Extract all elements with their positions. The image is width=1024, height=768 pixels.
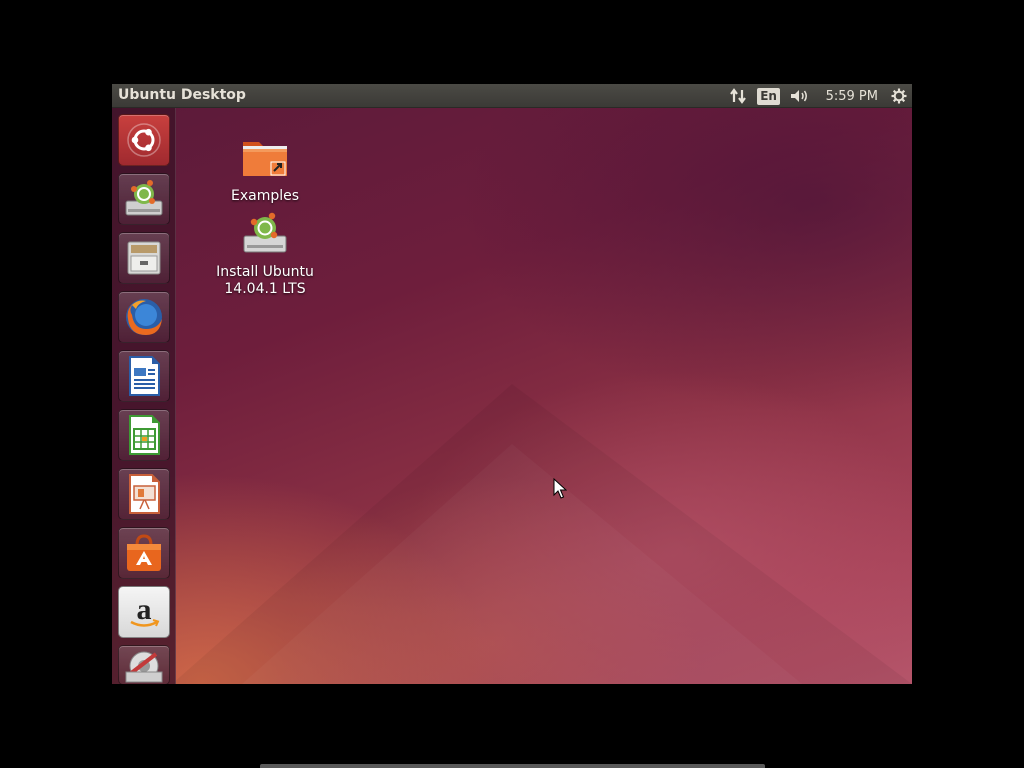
impress-icon — [129, 474, 160, 514]
top-panel: Ubuntu Desktop En 5:59 PM — [112, 84, 912, 108]
launcher-item-ubuntu-software-center[interactable] — [118, 527, 170, 579]
launcher-item-libreoffice-impress[interactable] — [118, 468, 170, 520]
amazon-icon: a — [130, 593, 160, 627]
installer-icon — [125, 180, 163, 216]
launcher-item-libreoffice-writer[interactable] — [118, 350, 170, 402]
installer-icon — [243, 212, 287, 253]
desktop-icon-install-ubuntu[interactable]: Install Ubuntu 14.04.1 LTS — [205, 210, 325, 298]
bottom-scroll-indicator — [260, 764, 765, 768]
software-center-icon — [127, 534, 161, 571]
indicator-area: En 5:59 PM — [726, 84, 912, 108]
label-line: Install Ubuntu — [216, 264, 314, 280]
firefox-icon — [126, 299, 162, 335]
folder-link-icon — [243, 142, 287, 176]
file-cabinet-icon — [127, 241, 161, 275]
desktop-icon-examples[interactable]: Examples — [205, 134, 325, 205]
launcher-item-dash-home[interactable] — [118, 114, 170, 166]
ubuntu-logo-icon — [127, 123, 161, 157]
network-icon[interactable] — [726, 84, 752, 108]
desktop-icon-label: Install Ubuntu 14.04.1 LTS — [205, 264, 325, 298]
svg-text:a: a — [137, 593, 152, 626]
launcher-item-amazon[interactable]: a — [118, 586, 170, 638]
launcher-item-files[interactable] — [118, 232, 170, 284]
label-line: 14.04.1 LTS — [224, 281, 306, 297]
desktop-screen: Ubuntu Desktop En 5:59 PM a Examples Ins… — [112, 84, 912, 684]
settings-icon — [125, 651, 163, 683]
launcher-item-firefox[interactable] — [118, 291, 170, 343]
calc-icon — [129, 415, 160, 455]
writer-icon — [129, 356, 160, 396]
launcher-item-system-settings[interactable] — [118, 645, 170, 684]
launcher-item-install-ubuntu[interactable] — [118, 173, 170, 225]
keyboard-layout-label: En — [757, 87, 780, 105]
desktop-icon-label: Examples — [230, 188, 300, 204]
volume-icon[interactable] — [788, 84, 812, 108]
launcher: a — [112, 108, 176, 684]
window-title: Ubuntu Desktop — [118, 87, 246, 103]
launcher-item-libreoffice-calc[interactable] — [118, 409, 170, 461]
system-gear-icon[interactable] — [888, 84, 910, 108]
clock[interactable]: 5:59 PM — [822, 84, 882, 108]
mouse-cursor-icon — [553, 478, 567, 499]
keyboard-indicator[interactable]: En — [757, 84, 780, 108]
